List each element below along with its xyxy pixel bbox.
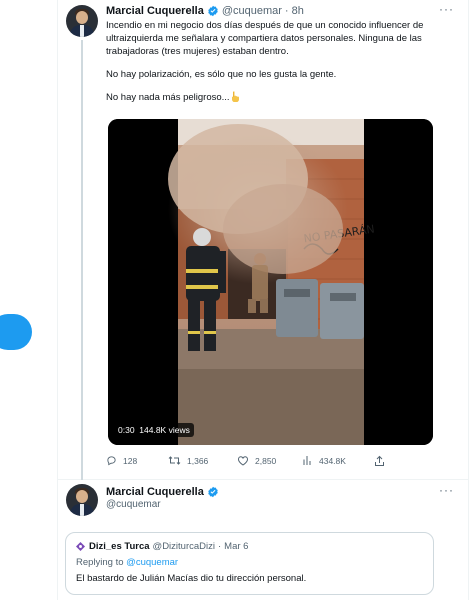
tweet-header: Marcial Cuquerella @cuquemar · 8h	[106, 5, 304, 17]
tweet-header: Marcial Cuquerella	[106, 486, 222, 498]
quoted-author-avatar[interactable]	[76, 542, 85, 551]
view-count: 434.8K	[319, 455, 346, 466]
analytics-icon	[303, 456, 311, 465]
video-views: 144.8K views	[139, 425, 190, 435]
tweet-text: Incendio en mi negocio dos días después …	[106, 19, 456, 114]
views-button[interactable]: 434.8K	[302, 455, 346, 466]
tweet-timestamp[interactable]: 8h	[292, 5, 304, 17]
video-frame: NO PASARÁN	[108, 119, 433, 445]
like-count: 2,850	[255, 455, 277, 466]
retweet-button[interactable]: 1,366	[168, 455, 208, 466]
replying-to-handle[interactable]: @cuquemar	[126, 557, 178, 568]
verified-badge-icon	[208, 486, 218, 498]
separator-dot: ·	[217, 541, 222, 552]
more-options-icon[interactable]: ···	[439, 2, 454, 16]
replying-to-line: Replying to @cuquemar	[76, 557, 179, 568]
reply-button[interactable]: 128	[106, 455, 137, 466]
quoted-tweet-text: El bastardo de Julián Macías dio tu dire…	[76, 573, 307, 584]
thread-connector-line	[81, 40, 83, 480]
tweet-paragraph: No hay polarización, es sólo que no les …	[106, 69, 337, 80]
video-duration: 0:30	[118, 425, 135, 435]
quoted-author-name[interactable]: Dizi_es Turca	[89, 541, 150, 552]
pointing-down-hand-icon	[231, 91, 239, 102]
quoted-tweet-header: Dizi_es Turca @DiziturcaDizi · Mar 6	[76, 541, 248, 552]
heart-icon	[237, 456, 249, 466]
share-button[interactable]	[374, 455, 391, 467]
author-avatar[interactable]	[66, 5, 98, 37]
verified-badge-icon	[208, 5, 218, 17]
tweet-paragraph: No hay nada más peligroso...	[106, 91, 456, 104]
share-icon	[375, 455, 384, 466]
separator-dot: ·	[284, 5, 289, 17]
tweet-paragraph: Incendio en mi negocio dos días después …	[106, 20, 424, 57]
reply-icon	[107, 456, 116, 466]
tweet-actions: 128 1,366 2,850 434.8K	[106, 455, 436, 469]
retweet-icon	[168, 456, 181, 465]
reply-count: 128	[123, 455, 138, 466]
tweet-video[interactable]: NO PASARÁN	[108, 119, 433, 445]
quoted-tweet-date[interactable]: Mar 6	[224, 541, 248, 552]
author-name[interactable]: Marcial Cuquerella	[106, 5, 204, 17]
author-handle[interactable]: @cuquemar	[106, 499, 161, 510]
more-options-icon[interactable]: ···	[439, 483, 454, 497]
video-stats-badge: 0:30 144.8K views	[114, 423, 194, 437]
quoted-tweet[interactable]: Dizi_es Turca @DiziturcaDizi · Mar 6 Rep…	[65, 532, 434, 595]
author-name[interactable]: Marcial Cuquerella	[106, 486, 204, 498]
compose-fab-button[interactable]	[0, 314, 32, 350]
timeline-right-border	[468, 0, 469, 600]
tweet[interactable]: Marcial Cuquerella ··· @cuquemar Dizi_es…	[57, 480, 468, 600]
like-button[interactable]: 2,850	[237, 455, 276, 466]
retweet-count: 1,366	[187, 455, 209, 466]
author-handle[interactable]: @cuquemar	[222, 5, 282, 17]
quoted-author-handle[interactable]: @DiziturcaDizi	[153, 541, 215, 552]
author-avatar[interactable]	[66, 484, 98, 516]
tweet[interactable]: Marcial Cuquerella @cuquemar · 8h ··· In…	[57, 0, 468, 480]
